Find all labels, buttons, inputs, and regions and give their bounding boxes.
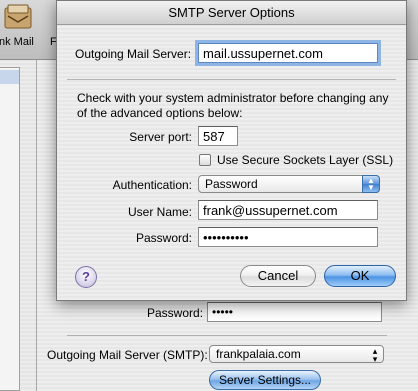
popup-arrows-icon: ▲ ▼ [362,175,380,193]
ok-button[interactable]: OK [324,265,396,287]
popup-arrows-icon: ▴ ▾ [372,346,378,364]
password-input[interactable]: •••••••••• [198,227,378,247]
bg-password-label: Password: [147,306,204,320]
authentication-label: Authentication: [112,178,192,192]
ssl-label[interactable]: Use Secure Sockets Layer (SSL) [217,153,393,167]
divider [67,79,396,80]
smtp-server-label: Outgoing Mail Server (SMTP): [47,348,208,362]
smtp-options-sheet: SMTP Server Options Outgoing Mail Server… [56,0,407,301]
password-label: Password: [135,231,192,245]
bg-password-field[interactable]: ••••• [207,302,382,322]
authentication-value: Password [205,177,258,191]
accounts-list[interactable] [0,67,20,391]
outgoing-server-label: Outgoing Mail Server: [75,47,192,61]
server-port-label: Server port: [129,130,192,144]
help-button[interactable]: ? [75,266,97,288]
advanced-options-note: Check with your system administrator bef… [77,91,389,120]
divider [67,335,387,336]
user-name-label: User Name: [127,205,192,219]
sheet-title: SMTP Server Options [57,1,406,25]
authentication-popup[interactable]: Password ▲ ▼ [198,175,380,193]
smtp-server-popup[interactable]: frankpalaia.com ▴ ▾ [209,345,384,364]
user-name-input[interactable]: frank@ussupernet.com [198,200,378,220]
server-settings-button[interactable]: Server Settings... [209,370,321,390]
cancel-button[interactable]: Cancel [240,265,316,287]
ssl-checkbox[interactable] [199,154,211,166]
outgoing-server-input[interactable]: mail.ussupernet.com [198,43,378,63]
mail-app-icon[interactable] [2,2,36,32]
smtp-server-value: frankpalaia.com [216,347,301,361]
list-item[interactable] [0,70,19,84]
server-port-input[interactable]: 587 [198,126,238,146]
toolbar-item-label[interactable]: nk Mail [0,36,34,48]
